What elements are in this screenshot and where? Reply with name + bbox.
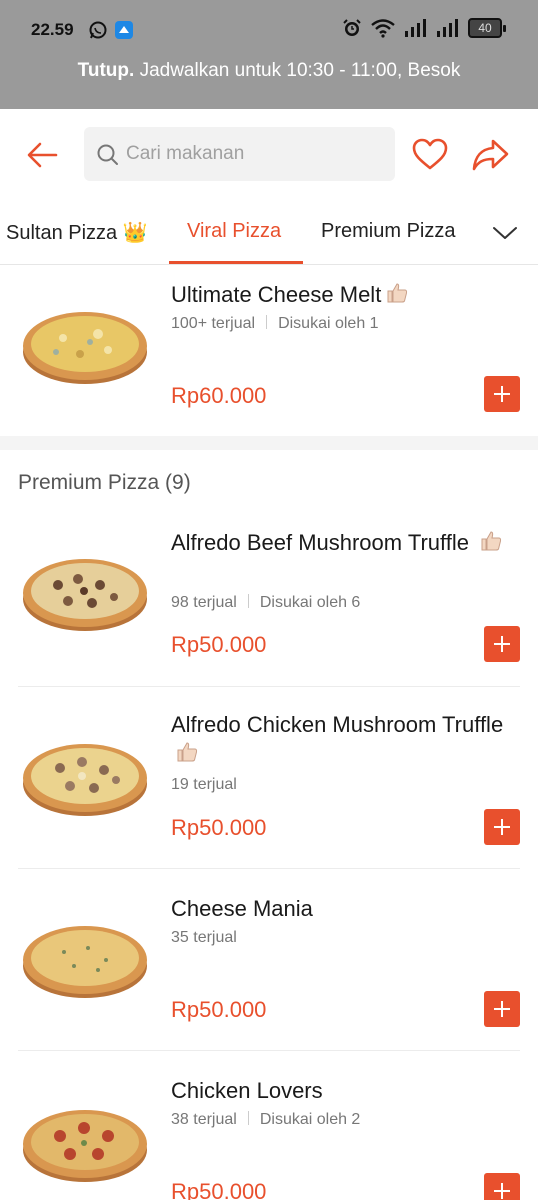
pizza-image bbox=[23, 1110, 147, 1182]
section-title: Premium Pizza (9) bbox=[18, 471, 191, 494]
like-count: Disukai oleh 1 bbox=[278, 315, 379, 332]
item-name: Alfredo Beef Mushroom Truffle bbox=[171, 530, 469, 555]
item-name: Chicken Lovers bbox=[171, 1078, 323, 1103]
item-divider bbox=[18, 1050, 520, 1051]
active-tab-indicator bbox=[169, 261, 303, 264]
pizza-image bbox=[23, 926, 147, 998]
search-icon bbox=[97, 144, 118, 165]
whatsapp-icon bbox=[89, 21, 107, 39]
battery-icon: 40 bbox=[468, 18, 506, 38]
search-box[interactable] bbox=[84, 127, 395, 181]
header bbox=[0, 109, 538, 199]
signal-icon bbox=[405, 19, 426, 37]
status-bar: 22.59 40 bbox=[0, 0, 538, 60]
pizza-image bbox=[23, 312, 147, 384]
item-divider bbox=[18, 686, 520, 687]
add-button[interactable] bbox=[484, 1173, 520, 1200]
item-price: Rp50.000 bbox=[171, 997, 267, 1022]
pizza-image bbox=[23, 559, 147, 631]
sold-count: 35 terjual bbox=[171, 929, 237, 946]
item-price: Rp50.000 bbox=[171, 1179, 267, 1200]
add-button[interactable] bbox=[484, 991, 520, 1027]
heart-icon[interactable] bbox=[410, 135, 450, 175]
item-meta: 100+ terjual Disukai oleh 1 bbox=[171, 315, 379, 333]
tab-viral-pizza[interactable]: Viral Pizza bbox=[187, 220, 281, 243]
item-price: Rp60.000 bbox=[171, 383, 267, 408]
sold-count: 98 terjual bbox=[171, 594, 237, 611]
item-name-row: Ultimate Cheese Melt bbox=[171, 280, 511, 309]
sold-count: 38 terjual bbox=[171, 1111, 237, 1128]
like-count: Disukai oleh 6 bbox=[259, 594, 361, 611]
sold-count: 100+ terjual bbox=[171, 315, 256, 332]
back-arrow-icon[interactable] bbox=[22, 135, 62, 175]
item-price: Rp50.000 bbox=[171, 632, 267, 657]
search-input[interactable] bbox=[126, 139, 386, 169]
status-time: 22.59 bbox=[31, 20, 74, 39]
item-price: Rp50.000 bbox=[171, 815, 267, 840]
item-meta: 98 terjual Disukai oleh 6 bbox=[171, 594, 360, 612]
item-name-row: Alfredo Chicken Mushroom Truffle bbox=[171, 710, 511, 768]
closed-status: Tutup. bbox=[77, 60, 135, 81]
chevron-down-icon[interactable] bbox=[488, 217, 522, 247]
add-button[interactable] bbox=[484, 626, 520, 662]
item-name: Alfredo Chicken Mushroom Truffle bbox=[171, 712, 504, 737]
wifi-icon bbox=[371, 19, 395, 38]
app-notification-icon bbox=[115, 21, 133, 39]
like-count: Disukai oleh 2 bbox=[259, 1111, 361, 1128]
schedule-banner: Tutup. Jadwalkan untuk 10:30 - 11:00, Be… bbox=[0, 60, 538, 82]
item-name: Cheese Mania bbox=[171, 896, 313, 921]
sold-count: 19 terjual bbox=[171, 776, 237, 793]
item-name-row: Alfredo Beef Mushroom Truffle bbox=[171, 528, 511, 557]
battery-level: 40 bbox=[478, 21, 492, 35]
item-meta: 19 terjual bbox=[171, 776, 237, 794]
add-button[interactable] bbox=[484, 809, 520, 845]
thumbs-up-icon bbox=[481, 531, 502, 551]
item-divider bbox=[18, 868, 520, 869]
add-button[interactable] bbox=[484, 376, 520, 412]
thumbs-up-icon bbox=[177, 742, 198, 762]
section-separator bbox=[0, 436, 538, 450]
item-meta: 38 terjual Disukai oleh 2 bbox=[171, 1111, 360, 1129]
tab-sultan-pizza[interactable]: Sultan Pizza 👑 bbox=[6, 220, 148, 245]
thumbs-up-icon bbox=[387, 283, 408, 303]
item-name: Ultimate Cheese Melt bbox=[171, 282, 382, 307]
item-meta: 35 terjual bbox=[171, 929, 237, 947]
category-tabs: Sultan Pizza 👑 Viral Pizza Premium Pizza bbox=[0, 199, 538, 265]
schedule-message: Jadwalkan untuk 10:30 - 11:00, Besok bbox=[134, 60, 461, 81]
pizza-image bbox=[23, 744, 147, 816]
signal-icon bbox=[437, 19, 458, 37]
alarm-icon bbox=[343, 19, 361, 36]
share-icon[interactable] bbox=[470, 135, 510, 175]
tab-premium-pizza[interactable]: Premium Pizza bbox=[321, 220, 455, 243]
